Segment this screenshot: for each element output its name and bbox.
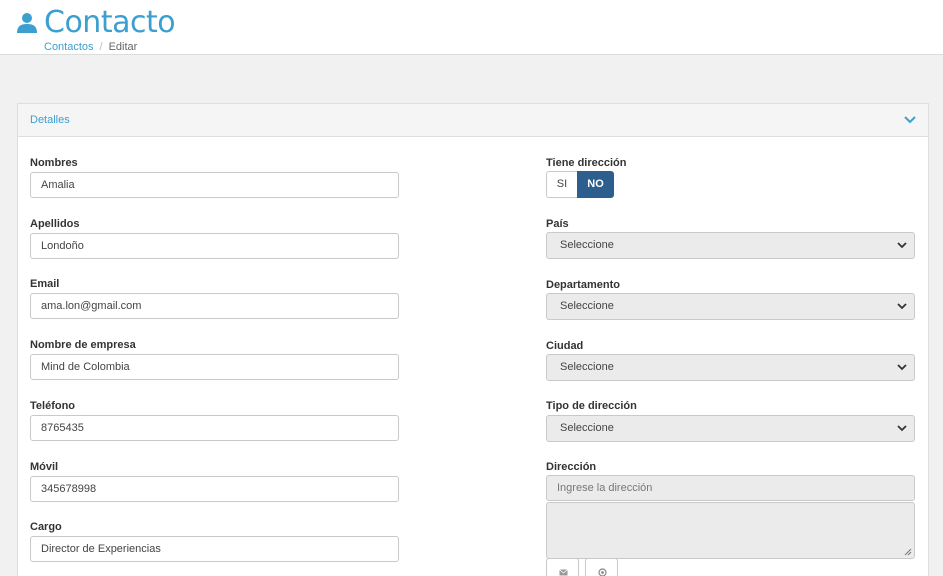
movil-input[interactable]: 345678998	[30, 476, 399, 502]
breadcrumb-editar: Editar	[108, 41, 138, 53]
location-icon	[598, 568, 607, 576]
email-input[interactable]: ama.lon@gmail.com	[30, 293, 399, 319]
departamento-select[interactable]: Seleccione	[546, 293, 915, 320]
tipo-direccion-label: Tipo de dirección	[546, 400, 637, 412]
pais-label: País	[546, 218, 569, 230]
telefono-input[interactable]: 8765435	[30, 415, 399, 441]
details-panel-header[interactable]: Detalles	[18, 104, 928, 137]
ciudad-label: Ciudad	[546, 340, 584, 352]
toggle-si-button[interactable]: SI	[546, 171, 577, 198]
ciudad-select-value: Seleccione	[560, 361, 614, 373]
user-icon	[17, 13, 37, 33]
panel-title: Detalles	[30, 114, 70, 126]
email-address-button[interactable]	[546, 558, 579, 576]
location-button[interactable]	[585, 558, 618, 576]
breadcrumb-separator: /	[99, 41, 103, 53]
tiene-direccion-toggle: SI NO	[546, 171, 614, 198]
nombre-empresa-label: Nombre de empresa	[30, 339, 136, 351]
telefono-label: Teléfono	[30, 400, 76, 412]
tiene-direccion-label: Tiene dirección	[546, 157, 627, 169]
toggle-no-button[interactable]: NO	[577, 171, 614, 198]
apellidos-input[interactable]: Londoño	[30, 233, 399, 259]
chevron-down-icon	[897, 364, 907, 371]
direccion-textarea[interactable]	[546, 502, 915, 559]
pais-select[interactable]: Seleccione	[546, 232, 915, 259]
direccion-input[interactable]: Ingrese la dirección	[546, 475, 915, 501]
apellidos-label: Apellidos	[30, 218, 80, 230]
cargo-input[interactable]: Director de Experiencias	[30, 536, 399, 562]
envelope-icon	[559, 569, 568, 576]
nombres-input[interactable]: Amalia	[30, 172, 399, 198]
chevron-down-icon	[897, 303, 907, 310]
chevron-down-icon[interactable]	[904, 115, 916, 125]
resize-handle-icon[interactable]	[904, 548, 912, 556]
page-title: Contacto	[44, 5, 176, 40]
chevron-down-icon	[897, 242, 907, 249]
chevron-down-icon	[897, 425, 907, 432]
pais-select-value: Seleccione	[560, 239, 614, 251]
email-label: Email	[30, 278, 60, 290]
nombres-label: Nombres	[30, 157, 78, 169]
ciudad-select[interactable]: Seleccione	[546, 354, 915, 381]
tipo-direccion-select-value: Seleccione	[560, 422, 614, 434]
tipo-direccion-select[interactable]: Seleccione	[546, 415, 915, 442]
movil-label: Móvil	[30, 461, 59, 473]
page-header: Contacto Contactos / Editar	[0, 0, 943, 55]
nombre-empresa-input[interactable]: Mind de Colombia	[30, 354, 399, 380]
departamento-select-value: Seleccione	[560, 300, 614, 312]
cargo-label: Cargo	[30, 521, 62, 533]
direccion-label: Dirección	[546, 461, 597, 473]
departamento-label: Departamento	[546, 279, 620, 291]
breadcrumb: Contactos / Editar	[44, 41, 137, 53]
details-panel: Detalles Nombres Amalia Apellidos Londoñ…	[17, 103, 929, 576]
breadcrumb-contactos[interactable]: Contactos	[44, 41, 94, 53]
